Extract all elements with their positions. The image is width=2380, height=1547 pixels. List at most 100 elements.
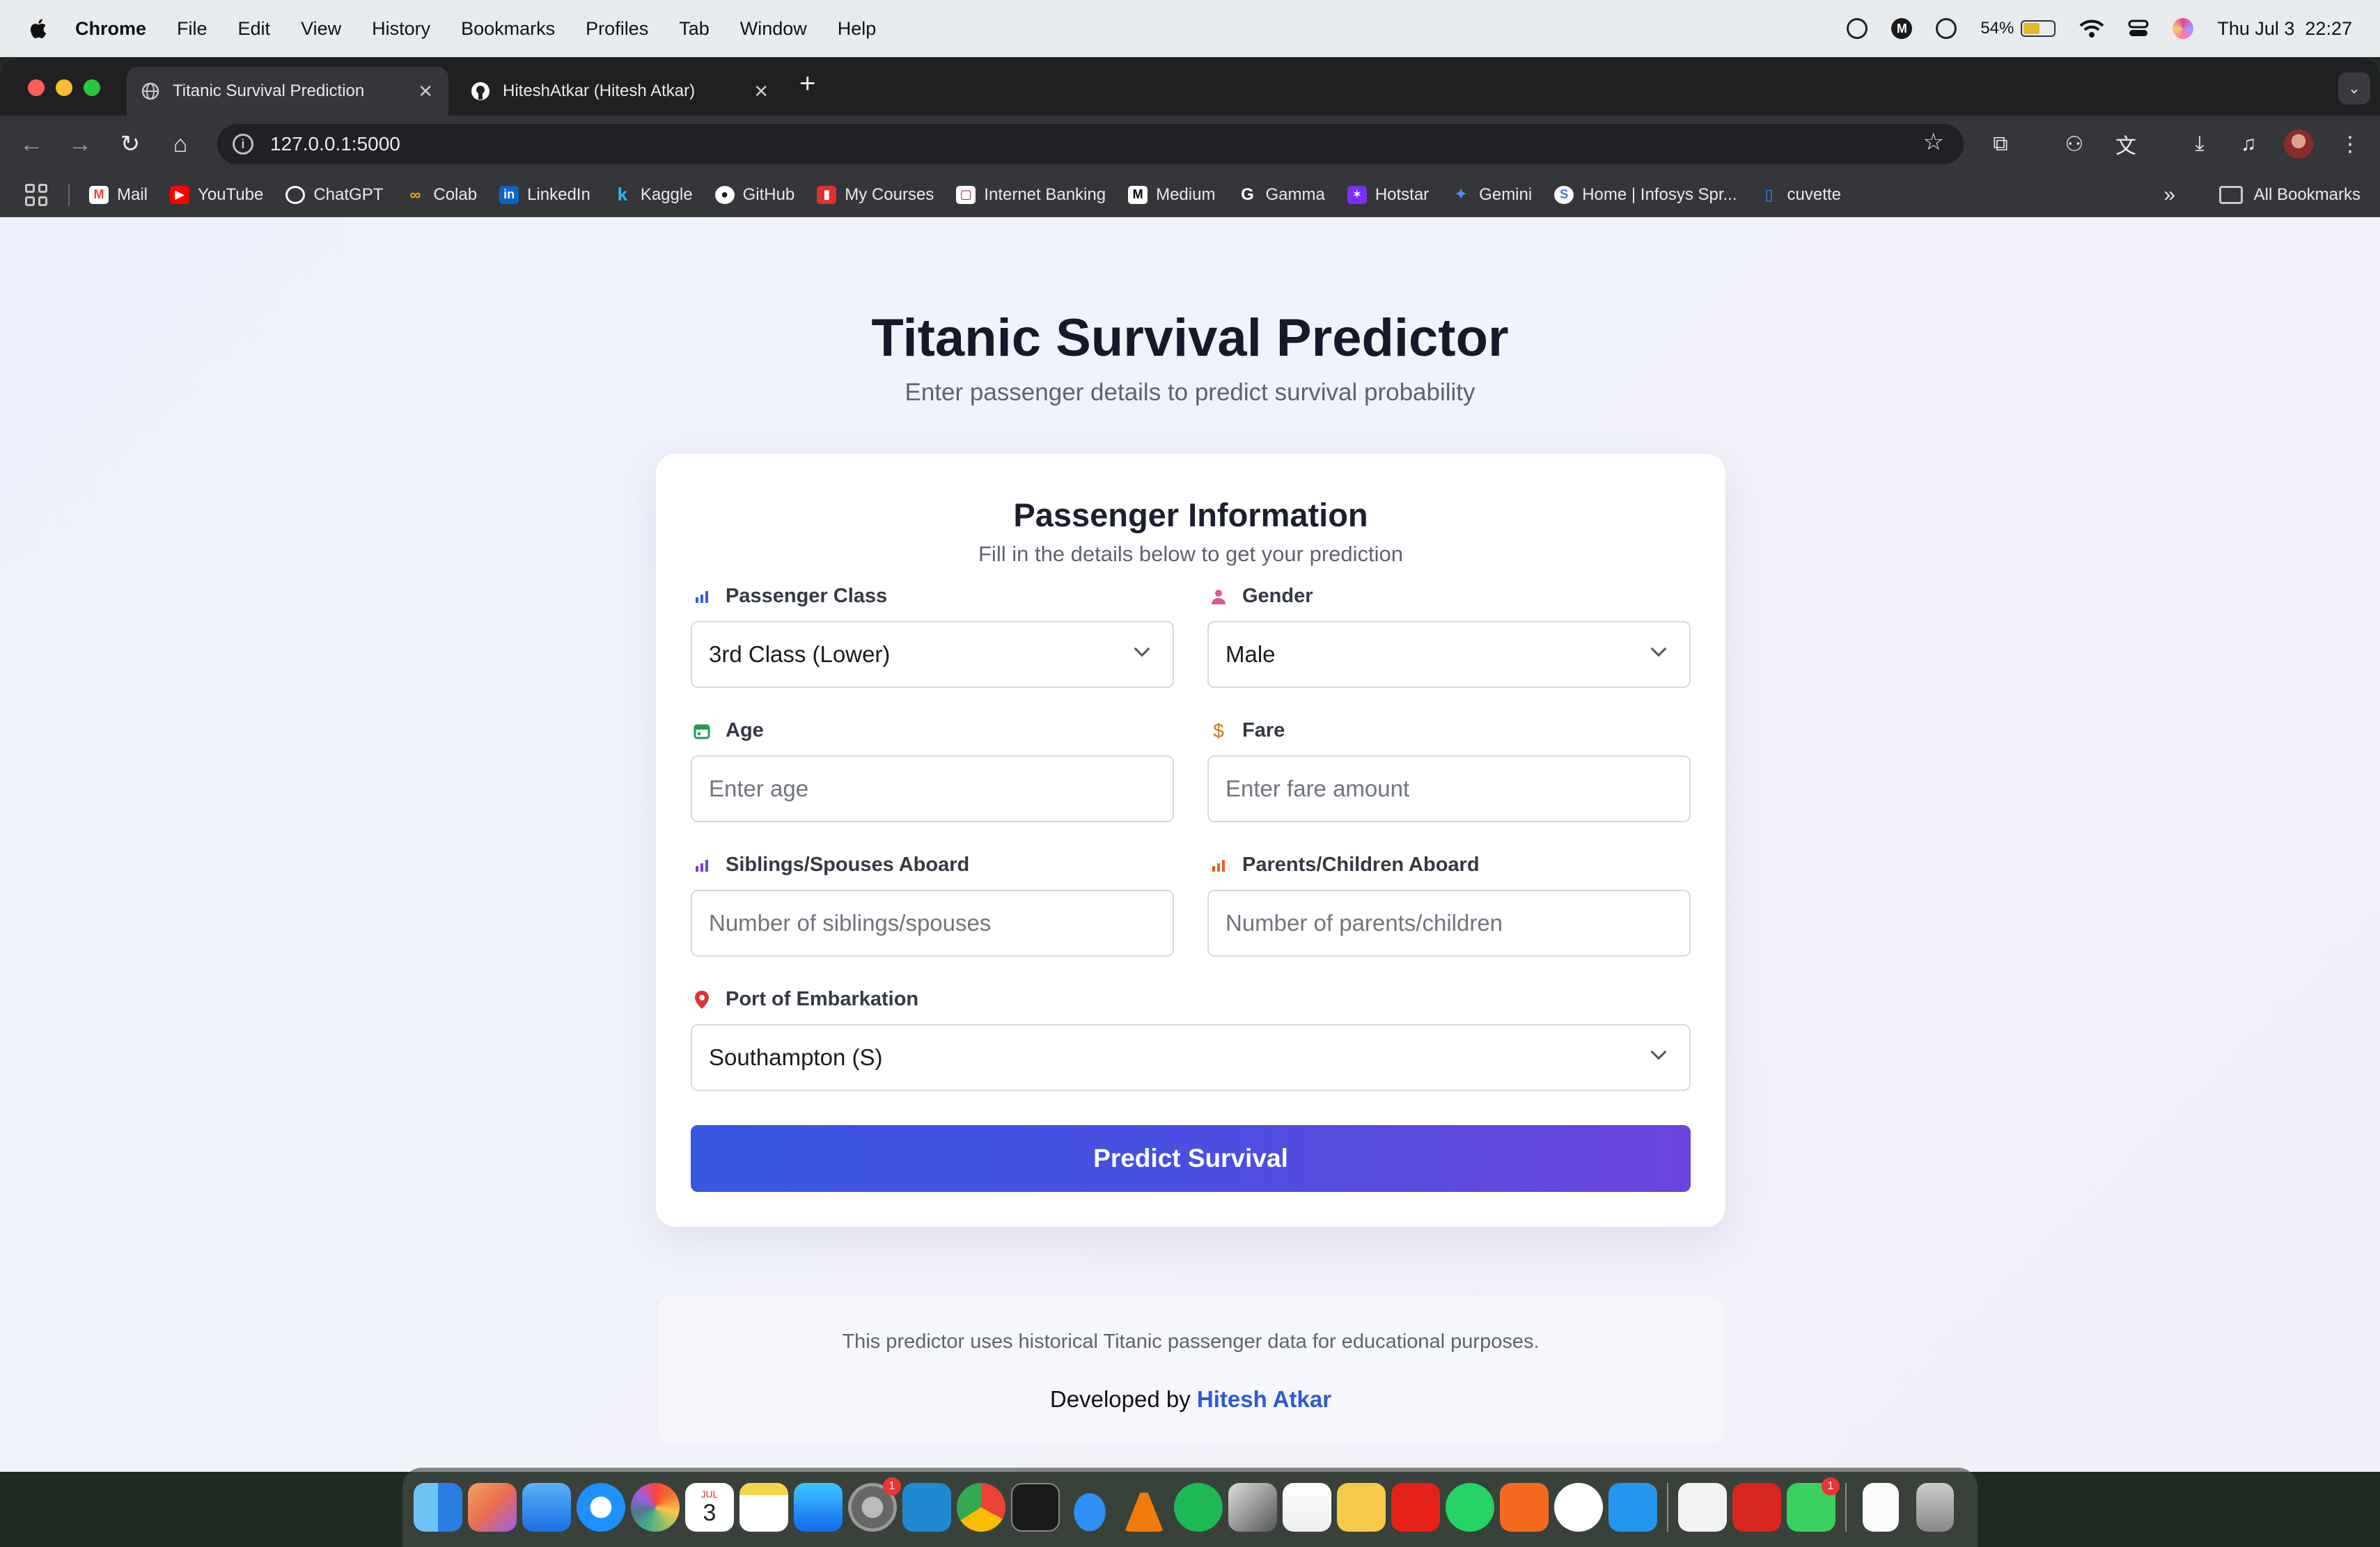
- extensions-icon[interactable]: ⧉: [1987, 131, 2014, 157]
- bookmark-linkedin[interactable]: in LinkedIn: [499, 185, 590, 205]
- app-store-icon[interactable]: [794, 1483, 843, 1532]
- bookmark-gamma[interactable]: G Gamma: [1237, 185, 1325, 205]
- gender-select[interactable]: Male: [1207, 621, 1691, 688]
- bookmark-kaggle[interactable]: k Kaggle: [613, 184, 693, 205]
- all-bookmarks-button[interactable]: All Bookmarks: [2218, 185, 2361, 205]
- siblings-spouses-input[interactable]: [691, 890, 1174, 957]
- forward-arrow-icon[interactable]: →: [63, 127, 97, 162]
- file-icon[interactable]: [1863, 1483, 1899, 1532]
- facetime-icon[interactable]: 1: [1787, 1477, 1840, 1532]
- age-field[interactable]: [709, 776, 1173, 802]
- menu-bookmarks[interactable]: Bookmarks: [461, 18, 555, 40]
- new-tab-button[interactable]: +: [799, 68, 815, 100]
- sidecar-icon[interactable]: [1228, 1483, 1277, 1532]
- window-zoom-button[interactable]: [84, 79, 100, 96]
- menu-window[interactable]: Window: [740, 18, 807, 40]
- menu-profiles[interactable]: Profiles: [586, 18, 648, 40]
- bookmark-gemini[interactable]: ✦ Gemini: [1451, 185, 1532, 205]
- chatgpt-app-icon[interactable]: [1554, 1483, 1603, 1532]
- menu-help[interactable]: Help: [838, 18, 877, 40]
- bookmark-internet-banking[interactable]: ▢ Internet Banking: [956, 185, 1106, 205]
- bookmark-chatgpt[interactable]: ChatGPT: [285, 185, 383, 205]
- chatgpt-status-icon[interactable]: [1847, 18, 1868, 39]
- stickies-icon[interactable]: [1337, 1483, 1386, 1532]
- bookmark-github[interactable]: ● GitHub: [714, 185, 794, 205]
- vscode-icon[interactable]: [902, 1483, 951, 1532]
- bookmark-medium[interactable]: M Medium: [1128, 185, 1215, 205]
- home-app-icon[interactable]: [1283, 1483, 1331, 1532]
- tab-github[interactable]: HiteshAtkar (Hitesh Atkar) ✕: [457, 67, 784, 116]
- address-url[interactable]: 127.0.0.1:5000: [270, 133, 400, 155]
- spotify-icon[interactable]: [1174, 1483, 1223, 1532]
- download-icon[interactable]: ⤓: [2186, 131, 2213, 157]
- more-menu-icon[interactable]: ⋮: [2337, 131, 2363, 157]
- control-center-icon[interactable]: [2128, 19, 2149, 38]
- bookmark-colab[interactable]: ∞ Colab: [405, 185, 478, 205]
- profile-avatar[interactable]: [2284, 129, 2313, 159]
- home-icon[interactable]: ⌂: [163, 127, 198, 162]
- menu-tab[interactable]: Tab: [679, 18, 710, 40]
- notes-icon[interactable]: [739, 1483, 788, 1532]
- bookmark-mail[interactable]: M Mail: [89, 185, 148, 205]
- bookmark-my-courses[interactable]: ▮ My Courses: [817, 185, 934, 205]
- m-status-icon[interactable]: M: [1891, 18, 1913, 39]
- terminal-icon[interactable]: [1011, 1483, 1060, 1532]
- back-arrow-icon[interactable]: ←: [14, 127, 49, 162]
- acrobat-icon[interactable]: [1732, 1483, 1781, 1532]
- apps-grid-icon[interactable]: [25, 183, 47, 206]
- whatsapp-icon[interactable]: [1446, 1483, 1494, 1532]
- textedit-icon[interactable]: [1678, 1483, 1727, 1532]
- menu-view[interactable]: View: [301, 18, 341, 40]
- tab-close-icon[interactable]: ✕: [418, 81, 433, 102]
- menu-history[interactable]: History: [372, 18, 430, 40]
- trash-icon[interactable]: [1916, 1483, 1954, 1532]
- chrome-icon[interactable]: [957, 1483, 1005, 1532]
- bookmark-hotstar[interactable]: ✶ Hotstar: [1347, 185, 1429, 205]
- safari-icon[interactable]: [577, 1483, 625, 1532]
- translate-icon[interactable]: 文: [2113, 131, 2139, 158]
- passenger-class-select[interactable]: 3rd Class (Lower): [691, 621, 1174, 688]
- bookmark-youtube[interactable]: ▶ YouTube: [170, 185, 263, 205]
- launchpad-icon[interactable]: [468, 1483, 517, 1532]
- incognito-icon[interactable]: ⚇: [2061, 131, 2088, 157]
- developer-link[interactable]: Hitesh Atkar: [1197, 1386, 1331, 1412]
- apple-logo-icon[interactable]: [28, 17, 47, 40]
- play-status-icon[interactable]: [1936, 18, 1957, 39]
- system-settings-icon[interactable]: 1: [848, 1477, 901, 1532]
- vlc-icon[interactable]: [1125, 1483, 1164, 1532]
- sketch-icon[interactable]: [1500, 1483, 1549, 1532]
- docker-icon[interactable]: [1608, 1483, 1657, 1532]
- siri-icon[interactable]: [2172, 18, 2194, 39]
- tab-titanic[interactable]: Titanic Survival Prediction ✕: [127, 67, 448, 116]
- fare-input[interactable]: [1207, 755, 1691, 822]
- predict-survival-button[interactable]: Predict Survival: [691, 1125, 1691, 1192]
- siblings-spouses-field[interactable]: [709, 910, 1173, 936]
- tab-search-chevron-icon[interactable]: ⌄: [2338, 72, 2370, 104]
- window-close-button[interactable]: [28, 79, 45, 96]
- menu-edit[interactable]: Edit: [238, 18, 271, 40]
- parents-children-field[interactable]: [1226, 910, 1689, 936]
- address-bar[interactable]: i 127.0.0.1:5000 ☆: [217, 124, 1964, 164]
- fare-field[interactable]: [1226, 776, 1689, 802]
- photos-icon[interactable]: [631, 1483, 680, 1532]
- bookmark-star-icon[interactable]: ☆: [1923, 128, 1944, 156]
- menu-file[interactable]: File: [177, 18, 208, 40]
- more-bookmarks-chevron-icon[interactable]: »: [2163, 183, 2175, 207]
- bookmark-infosys[interactable]: S Home | Infosys Spr...: [1554, 185, 1737, 205]
- finder-icon[interactable]: [414, 1483, 462, 1532]
- parents-children-input[interactable]: [1207, 890, 1691, 957]
- wifi-icon[interactable]: [2079, 19, 2104, 38]
- menu-chrome[interactable]: Chrome: [75, 18, 146, 40]
- youtube-app-icon[interactable]: [1391, 1483, 1440, 1532]
- mail-icon[interactable]: [522, 1483, 571, 1532]
- age-input[interactable]: [691, 755, 1174, 822]
- window-minimize-button[interactable]: [56, 79, 72, 96]
- calendar-icon[interactable]: JUL 3: [685, 1483, 734, 1532]
- embarkation-select[interactable]: Southampton (S): [691, 1024, 1691, 1091]
- battery-indicator[interactable]: 54%: [1980, 19, 2056, 38]
- bookmark-cuvette[interactable]: ▯ cuvette: [1760, 185, 1840, 205]
- site-info-icon[interactable]: i: [233, 134, 253, 155]
- media-controls-icon[interactable]: ♫: [2235, 131, 2262, 157]
- menubar-clock[interactable]: Thu Jul 3 22:27: [2217, 18, 2352, 40]
- onedrive-icon[interactable]: [1065, 1483, 1114, 1532]
